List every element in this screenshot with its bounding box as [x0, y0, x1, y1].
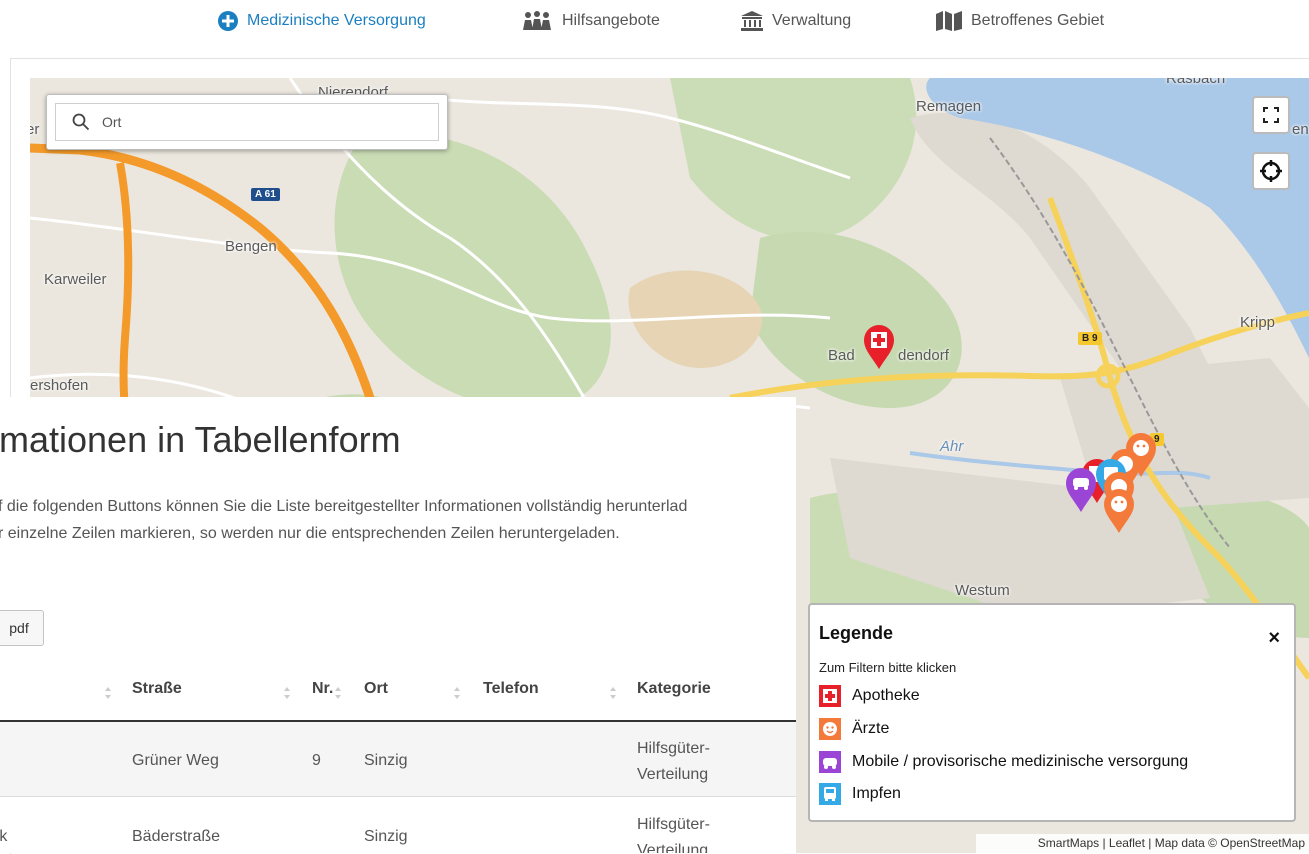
legend-item-apotheke[interactable]: Apotheke [819, 683, 920, 709]
people-icon [523, 11, 551, 30]
nav-label: Medizinische Versorgung [247, 12, 426, 29]
sort-icon[interactable] [609, 686, 617, 700]
place-label: dendorf [898, 347, 949, 364]
institution-icon [741, 11, 763, 31]
map-attribution[interactable]: SmartMaps | Leaflet | Map data © OpenStr… [976, 834, 1309, 853]
pdf-export-button[interactable]: pdf [0, 610, 44, 646]
cell-kategorie: Verteilung [637, 842, 709, 853]
cell-kategorie: Verteilung [637, 766, 709, 783]
column-header-kategorie[interactable]: Kategorie [637, 680, 711, 698]
top-navigation: Medizinische Versorgung Hilfsangebote Ve… [0, 0, 1309, 44]
row-divider [0, 796, 796, 797]
cell-kategorie: Hilfsgüter- [637, 816, 710, 833]
place-label: Karweiler [44, 271, 107, 288]
nav-item-medizinische-versorgung[interactable]: Medizinische Versorgung [217, 8, 426, 34]
fullscreen-button[interactable] [1252, 96, 1290, 134]
table-section: rmationen in Tabellenform f die folgende… [0, 397, 796, 853]
doctor-marker[interactable] [1102, 488, 1136, 534]
cell-ort: Sinzig [364, 828, 408, 845]
map-search-box [46, 94, 448, 150]
place-label: en [1292, 121, 1309, 138]
nav-item-betroffenes-gebiet[interactable]: Betroffenes Gebiet [935, 8, 1104, 34]
fullscreen-icon [1263, 107, 1279, 123]
map-legend: Legende × Zum Filtern bitte klicken Apot… [808, 603, 1296, 822]
nav-item-verwaltung[interactable]: Verwaltung [740, 8, 851, 34]
column-header-ort[interactable]: Ort [364, 680, 388, 698]
river-label: Ahr [940, 438, 964, 455]
place-label: Bad [828, 347, 855, 364]
legend-label: Apotheke [852, 687, 920, 704]
nav-label: Betroffenes Gebiet [971, 12, 1105, 29]
legend-title: Legende [819, 623, 894, 643]
cell-strasse: Grüner Weg [132, 752, 219, 769]
pharmacy-marker[interactable] [862, 324, 896, 370]
plus-circle-icon [218, 11, 238, 31]
crosshair-icon [1260, 160, 1282, 182]
legend-label: Ärzte [852, 720, 890, 737]
cell-strasse: Bäderstraße [132, 828, 221, 845]
search-input[interactable] [100, 113, 404, 131]
sort-icon[interactable] [104, 686, 112, 700]
section-heading: rmationen in Tabellenform [0, 419, 401, 460]
map-icon [936, 11, 962, 31]
legend-label: Mobile / provisorische medizinische vers… [852, 753, 1189, 770]
mobile-care-marker[interactable] [1064, 467, 1098, 513]
cell-kategorie: Hilfsgüter- [637, 740, 710, 757]
legend-item-mobile[interactable]: Mobile / provisorische medizinische vers… [819, 749, 1188, 775]
column-header-nr[interactable]: Nr. [312, 680, 333, 698]
intro-text: r einzelne Zeilen markieren, so werden n… [0, 525, 620, 542]
nav-label: Verwaltung [772, 12, 852, 29]
cell-nr: 9 [312, 752, 321, 769]
car-icon [819, 751, 841, 773]
place-label: Westum [955, 582, 1010, 599]
cell-ort: Sinzig [364, 752, 408, 769]
legend-label: Impfen [852, 785, 901, 802]
legend-close-button[interactable]: × [1268, 627, 1280, 650]
sort-icon[interactable] [453, 686, 461, 700]
place-label: er [30, 121, 40, 138]
cell-name: rk [0, 828, 8, 845]
nav-item-hilfsangebote[interactable]: Hilfsangebote [520, 8, 660, 34]
place-label: Rasbach [1166, 78, 1226, 87]
legend-hint: Zum Filtern bitte klicken [819, 660, 957, 675]
place-label: ershofen [30, 377, 89, 394]
sort-icon[interactable] [283, 686, 291, 700]
place-label: Remagen [916, 98, 982, 115]
column-header-strasse[interactable]: Straße [132, 680, 182, 698]
search-icon [72, 113, 90, 131]
locate-button[interactable] [1252, 152, 1290, 190]
road-shield-b9: B 9 [1078, 332, 1102, 345]
column-header-telefon[interactable]: Telefon [483, 680, 539, 698]
bus-icon [819, 783, 841, 805]
place-label: Bengen [225, 238, 277, 255]
legend-item-aerzte[interactable]: Ärzte [819, 716, 889, 742]
place-label: Kripp [1240, 314, 1276, 331]
intro-text: f die folgenden Buttons können Sie die L… [0, 498, 688, 515]
doctor-icon [819, 718, 841, 740]
sort-icon[interactable] [334, 686, 342, 700]
legend-item-impfen[interactable]: Impfen [819, 781, 901, 807]
road-shield-a61: A 61 [251, 188, 280, 201]
nav-label: Hilfsangebote [562, 12, 660, 29]
pharmacy-icon [819, 685, 841, 707]
